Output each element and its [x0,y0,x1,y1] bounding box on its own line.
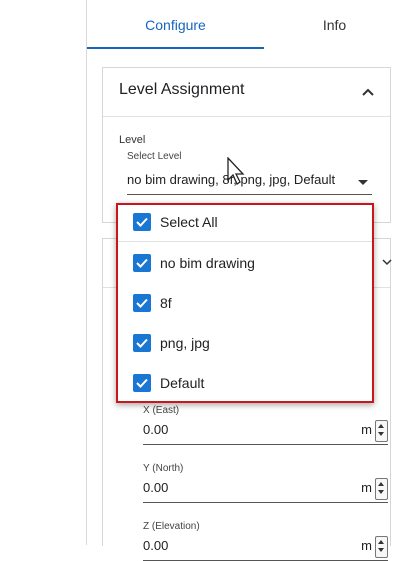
level-assignment-card: Level Assignment Level Select Level no b… [102,67,391,223]
tab-configure[interactable]: Configure [87,0,264,50]
y-north-label: Y (North) [143,463,184,474]
mouse-pointer-icon [227,157,245,185]
check-icon [136,378,148,388]
check-icon [136,298,148,308]
y-north-input[interactable]: 0.00 m [143,478,388,503]
select-level-label: Select Level [127,151,182,162]
check-icon [136,258,148,268]
checkbox-checked[interactable] [133,213,151,231]
x-east-value: 0.00 [143,422,169,437]
option-label: png, jpg [160,335,210,351]
x-east-stepper[interactable] [375,420,388,442]
option-8f[interactable]: 8f [118,286,372,322]
check-icon [136,217,148,227]
tab-bar: Configure Info [87,0,404,50]
option-label: 8f [160,295,172,311]
tab-info[interactable]: Info [264,0,404,50]
checkbox-checked[interactable] [133,374,151,392]
spin-down-icon[interactable] [378,432,384,436]
option-no-bim-drawing[interactable]: no bim drawing [118,246,372,282]
option-label: no bim drawing [160,255,255,271]
spin-up-icon[interactable] [378,482,384,486]
spin-down-icon[interactable] [378,490,384,494]
option-label: Default [160,375,205,391]
spin-up-icon[interactable] [378,540,384,544]
level-field-label: Level [119,134,146,146]
option-select-all[interactable]: Select All [118,205,372,242]
check-icon [136,338,148,348]
option-default[interactable]: Default [118,366,372,402]
level-select[interactable]: no bim drawing, 8f, png, jpg, Default [127,168,372,195]
option-label: Select All [160,214,218,230]
option-png-jpg[interactable]: png, jpg [118,326,372,362]
z-elevation-stepper[interactable] [375,536,388,558]
y-north-unit: m [361,480,372,495]
spin-up-icon[interactable] [378,424,384,428]
checkbox-checked[interactable] [133,334,151,352]
chevron-up-icon[interactable] [360,84,376,100]
y-north-stepper[interactable] [375,478,388,500]
level-dropdown-menu: Select All no bim drawing 8f png, jpg De… [116,203,374,403]
chevron-down-icon[interactable] [382,257,392,267]
spin-down-icon[interactable] [378,548,384,552]
x-east-input[interactable]: 0.00 m [143,420,388,445]
left-blank-area [0,0,86,545]
z-elevation-input[interactable]: 0.00 m [143,536,388,561]
level-assignment-title: Level Assignment [119,81,245,98]
z-elevation-label: Z (Elevation) [143,521,200,532]
x-east-label: X (East) [143,405,180,416]
active-tab-indicator [87,47,264,49]
z-elevation-unit: m [361,538,372,553]
checkbox-checked[interactable] [133,294,151,312]
z-elevation-value: 0.00 [143,538,169,553]
dropdown-caret-icon [358,180,368,185]
checkbox-checked[interactable] [133,254,151,272]
x-east-unit: m [361,422,372,437]
level-assignment-header[interactable]: Level Assignment [103,68,390,117]
y-north-value: 0.00 [143,480,169,495]
